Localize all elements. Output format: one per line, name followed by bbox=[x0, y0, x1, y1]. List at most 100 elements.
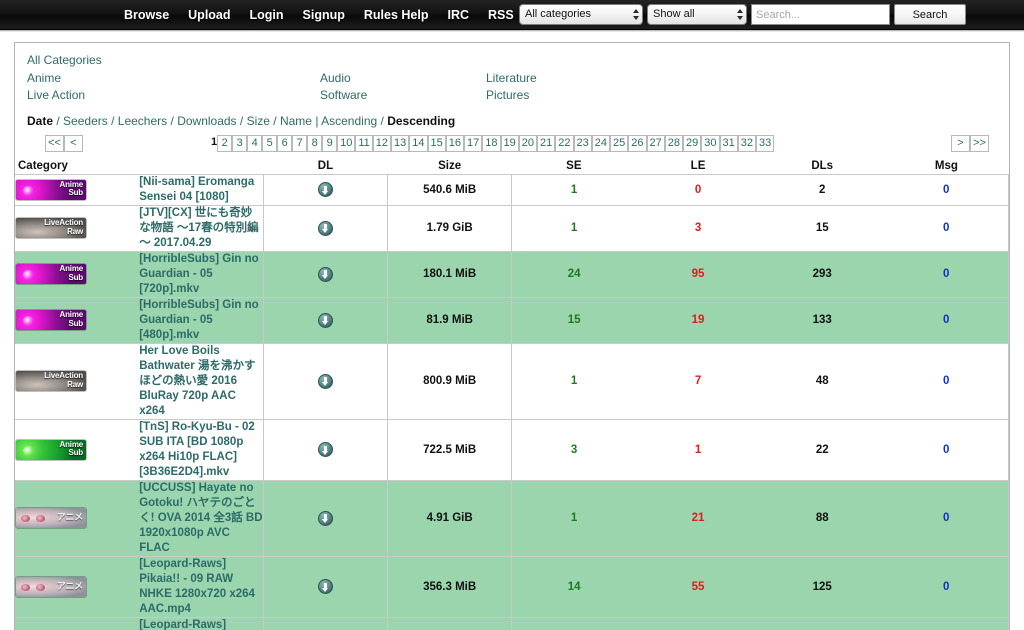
pagination-page-link[interactable]: 28 bbox=[665, 135, 683, 152]
torrent-name-link[interactable]: [JTV][CX] 世にも奇妙な物語 ～17春の特別編～ 2017.04.29 bbox=[139, 206, 263, 251]
category-badge-icon[interactable]: AnimeSub bbox=[15, 309, 87, 331]
column-header-category[interactable]: Category bbox=[15, 159, 263, 175]
pagination-page-link[interactable]: 3 bbox=[232, 135, 247, 152]
pagination-page-link[interactable]: 13 bbox=[391, 135, 409, 152]
column-header-msg[interactable]: Msg bbox=[884, 159, 1008, 175]
torrent-row[interactable]: アニメ[Leopard-Raws] Tomica Hyper Rescue Dr… bbox=[15, 617, 1009, 630]
search-button[interactable]: Search bbox=[894, 4, 966, 25]
torrent-name-link[interactable]: [HorribleSubs] Gin no Guardian - 05 [480… bbox=[139, 298, 263, 343]
pagination-last-button[interactable]: >> bbox=[970, 135, 989, 152]
pagination-page-link[interactable]: 15 bbox=[428, 135, 446, 152]
pagination-prev-button[interactable]: < bbox=[64, 135, 83, 152]
sort-link-name[interactable]: Name bbox=[280, 114, 312, 128]
pagination-page-link[interactable]: 31 bbox=[720, 135, 738, 152]
torrent-row[interactable]: LiveActionRaw [JTV][CX] 世にも奇妙な物語 ～17春の特別編… bbox=[15, 205, 1009, 251]
category-select[interactable]: All categories bbox=[519, 4, 643, 25]
category-link-literature[interactable]: Literature bbox=[486, 71, 537, 85]
nav-link-upload[interactable]: Upload bbox=[188, 8, 230, 22]
search-input[interactable] bbox=[751, 4, 890, 25]
pagination-first-button[interactable]: << bbox=[45, 135, 64, 152]
pagination-page-link[interactable]: 20 bbox=[519, 135, 537, 152]
torrent-row[interactable]: AnimeSub [HorribleSubs] Gin no Guardian -… bbox=[15, 297, 1009, 343]
torrent-row[interactable]: LiveActionRawHer Love Boils Bathwater 湯を… bbox=[15, 343, 1009, 419]
torrent-row[interactable]: アニメ [UCCUSS] Hayate no Gotoku! ハヤテのごとく! O… bbox=[15, 480, 1009, 556]
pagination-page-link[interactable]: 21 bbox=[537, 135, 555, 152]
download-icon[interactable] bbox=[318, 374, 333, 389]
pagination-page-link[interactable]: 29 bbox=[683, 135, 701, 152]
pagination-page-link[interactable]: 22 bbox=[555, 135, 573, 152]
pagination-page-link[interactable]: 23 bbox=[574, 135, 592, 152]
pagination-page-link[interactable]: 32 bbox=[738, 135, 756, 152]
torrent-row[interactable]: アニメ [Leopard-Raws] Pikaia!! - 09 RAW NHKE… bbox=[15, 556, 1009, 617]
category-link-audio[interactable]: Audio bbox=[320, 71, 351, 85]
category-badge-icon[interactable]: LiveActionRaw bbox=[15, 217, 87, 239]
torrent-row[interactable]: AnimeSub [Nii-sama] Eromanga Sensei 04 [1… bbox=[15, 174, 1009, 205]
torrent-name-link[interactable]: [TnS] Ro-Kyu-Bu - 02 SUB ITA [BD 1080p x… bbox=[139, 420, 263, 480]
sort-link-date[interactable]: Date bbox=[27, 114, 53, 128]
pagination-page-link[interactable]: 17 bbox=[464, 135, 482, 152]
download-icon[interactable] bbox=[318, 442, 333, 457]
nav-link-rules-help[interactable]: Rules Help bbox=[364, 8, 429, 22]
category-link-pictures[interactable]: Pictures bbox=[486, 88, 529, 102]
category-link-anime[interactable]: Anime bbox=[27, 71, 61, 85]
pagination-page-link[interactable]: 27 bbox=[647, 135, 665, 152]
pagination-page-link[interactable]: 9 bbox=[322, 135, 337, 152]
sort-link-size[interactable]: Size bbox=[247, 114, 270, 128]
pagination-page-link[interactable]: 30 bbox=[701, 135, 719, 152]
pagination-page-link[interactable]: 26 bbox=[628, 135, 646, 152]
torrent-name-link[interactable]: [Nii-sama] Eromanga Sensei 04 [1080] bbox=[139, 175, 263, 205]
pagination-page-link[interactable]: 24 bbox=[592, 135, 610, 152]
torrent-row[interactable]: AnimeSub [HorribleSubs] Gin no Guardian -… bbox=[15, 251, 1009, 297]
pagination-page-link[interactable]: 14 bbox=[409, 135, 427, 152]
pagination-next-button[interactable]: > bbox=[951, 135, 970, 152]
nav-link-browse[interactable]: Browse bbox=[124, 8, 169, 22]
pagination-page-link[interactable]: 4 bbox=[247, 135, 262, 152]
sort-link-seeders[interactable]: Seeders bbox=[63, 114, 108, 128]
pagination-page-link[interactable]: 33 bbox=[756, 135, 774, 152]
nav-link-login[interactable]: Login bbox=[250, 8, 284, 22]
sort-link-leechers[interactable]: Leechers bbox=[118, 114, 167, 128]
nav-link-signup[interactable]: Signup bbox=[303, 8, 345, 22]
torrent-name-link[interactable]: [Leopard-Raws] Tomica Hyper Rescue Drive… bbox=[139, 618, 263, 630]
pagination-page-link[interactable]: 8 bbox=[307, 135, 322, 152]
torrent-name-link[interactable]: [UCCUSS] Hayate no Gotoku! ハヤテのごとく! OVA … bbox=[139, 481, 263, 556]
column-header-dls[interactable]: DLs bbox=[760, 159, 884, 175]
download-icon[interactable] bbox=[318, 221, 333, 236]
column-header-se[interactable]: SE bbox=[512, 159, 636, 175]
download-icon[interactable] bbox=[318, 267, 333, 282]
download-icon[interactable] bbox=[318, 511, 333, 526]
pagination-page-link[interactable]: 19 bbox=[501, 135, 519, 152]
pagination-page-link[interactable]: 2 bbox=[217, 135, 232, 152]
nav-link-irc[interactable]: IRC bbox=[448, 8, 470, 22]
sort-link-descending[interactable]: Descending bbox=[387, 114, 455, 128]
download-icon[interactable] bbox=[318, 313, 333, 328]
pagination-page-link[interactable]: 18 bbox=[482, 135, 500, 152]
sort-link-ascending[interactable]: Ascending bbox=[321, 114, 377, 128]
category-link-live-action[interactable]: Live Action bbox=[27, 88, 85, 102]
category-link-software[interactable]: Software bbox=[320, 88, 367, 102]
column-header-le[interactable]: LE bbox=[636, 159, 760, 175]
category-badge-icon[interactable]: アニメ bbox=[15, 507, 87, 529]
category-badge-icon[interactable]: AnimeSub bbox=[15, 439, 87, 461]
category-badge-icon[interactable]: AnimeSub bbox=[15, 179, 87, 201]
pagination-page-link[interactable]: 12 bbox=[373, 135, 391, 152]
column-header-dl[interactable]: DL bbox=[263, 159, 387, 175]
pagination-page-link[interactable]: 11 bbox=[355, 135, 372, 152]
torrent-name-link[interactable]: [Leopard-Raws] Pikaia!! - 09 RAW NHKE 12… bbox=[139, 557, 263, 617]
category-badge-icon[interactable]: アニメ bbox=[15, 576, 87, 598]
sort-link-downloads[interactable]: Downloads bbox=[177, 114, 236, 128]
torrent-name-link[interactable]: Her Love Boils Bathwater 湯を沸かすほどの熱い愛 201… bbox=[139, 344, 263, 419]
pagination-page-link[interactable]: 6 bbox=[277, 135, 292, 152]
column-header-size[interactable]: Size bbox=[388, 159, 512, 175]
category-link-all[interactable]: All Categories bbox=[27, 53, 102, 67]
pagination-page-link[interactable]: 16 bbox=[446, 135, 464, 152]
category-badge-icon[interactable]: AnimeSub bbox=[15, 263, 87, 285]
pagination-page-link[interactable]: 10 bbox=[337, 135, 355, 152]
filter-select[interactable]: Show all bbox=[647, 4, 747, 25]
torrent-name-link[interactable]: [HorribleSubs] Gin no Guardian - 05 [720… bbox=[139, 252, 263, 297]
download-icon[interactable] bbox=[318, 579, 333, 594]
pagination-page-link[interactable]: 7 bbox=[292, 135, 307, 152]
torrent-row[interactable]: AnimeSub [TnS] Ro-Kyu-Bu - 02 SUB ITA [BD… bbox=[15, 419, 1009, 480]
nav-link-rss[interactable]: RSS bbox=[488, 8, 514, 22]
pagination-page-link[interactable]: 5 bbox=[262, 135, 277, 152]
